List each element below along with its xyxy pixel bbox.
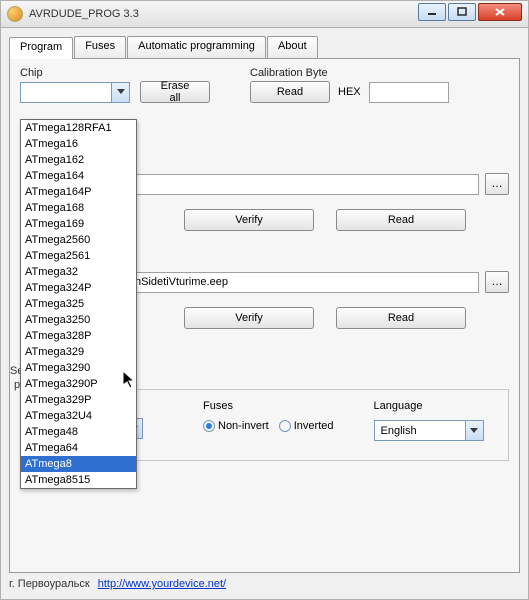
- chip-option[interactable]: ATmega162: [21, 152, 136, 168]
- chip-option[interactable]: ATmega48: [21, 424, 136, 440]
- chip-option[interactable]: ATmega325: [21, 296, 136, 312]
- flash-verify-button[interactable]: Verify: [184, 209, 314, 231]
- chip-option[interactable]: ATmega8535: [21, 488, 136, 489]
- chip-option[interactable]: ATmega164P: [21, 184, 136, 200]
- language-label: Language: [374, 400, 484, 412]
- chip-option[interactable]: ATmega329P: [21, 392, 136, 408]
- inverted-radio[interactable]: Inverted: [279, 420, 334, 432]
- chip-option[interactable]: ATmega164: [21, 168, 136, 184]
- chip-option[interactable]: ATmega16: [21, 136, 136, 152]
- erase-all-button[interactable]: Erase all: [140, 81, 210, 103]
- chip-option[interactable]: ATmega169: [21, 216, 136, 232]
- app-icon: [7, 6, 23, 22]
- chip-option[interactable]: ATmega328P: [21, 328, 136, 344]
- tab-program[interactable]: Program: [9, 37, 73, 59]
- noninvert-radio[interactable]: Non-invert: [203, 420, 269, 432]
- chip-option[interactable]: ATmega324P: [21, 280, 136, 296]
- chip-option[interactable]: ATmega32: [21, 264, 136, 280]
- maximize-button[interactable]: [448, 3, 476, 21]
- eeprom-read-button[interactable]: Read: [336, 307, 466, 329]
- radio-icon: [279, 420, 291, 432]
- status-city: г. Первоуральск: [9, 578, 90, 590]
- calibration-read-button[interactable]: Read: [250, 81, 330, 103]
- hex-label: HEX: [338, 86, 361, 98]
- chip-option[interactable]: ATmega2560: [21, 232, 136, 248]
- ellipsis-icon: …: [492, 178, 503, 190]
- chip-dropdown-list[interactable]: ATmega128RFA1ATmega16ATmega162ATmega164A…: [20, 119, 137, 489]
- eeprom-browse-button[interactable]: …: [485, 271, 509, 293]
- status-link[interactable]: http://www.yourdevice.net/: [98, 578, 226, 590]
- chip-option[interactable]: ATmega3290: [21, 360, 136, 376]
- chip-option[interactable]: ATmega2561: [21, 248, 136, 264]
- chip-option[interactable]: ATmega3290P: [21, 376, 136, 392]
- radio-icon: [203, 420, 215, 432]
- chevron-down-icon[interactable]: [111, 83, 129, 102]
- minimize-button[interactable]: [418, 3, 446, 21]
- tab-panel-program: Chip Erase all Calibration Byte Read HEX: [9, 58, 520, 573]
- tab-about[interactable]: About: [267, 36, 318, 58]
- flash-read-button[interactable]: Read: [336, 209, 466, 231]
- chip-option[interactable]: ATmega64: [21, 440, 136, 456]
- tabs: Program Fuses Automatic programming Abou…: [9, 36, 520, 58]
- client-area: Program Fuses Automatic programming Abou…: [0, 28, 529, 600]
- chip-option[interactable]: ATmega168: [21, 200, 136, 216]
- chip-option[interactable]: ATmega8515: [21, 472, 136, 488]
- language-value: English: [381, 425, 417, 437]
- chip-option[interactable]: ATmega32U4: [21, 408, 136, 424]
- fuses-group-label: Fuses: [203, 400, 334, 412]
- language-combo[interactable]: English: [374, 420, 484, 441]
- chip-label: Chip: [20, 67, 220, 79]
- flash-browse-button[interactable]: …: [485, 173, 509, 195]
- chevron-down-icon[interactable]: [465, 421, 483, 440]
- chip-option[interactable]: ATmega128RFA1: [21, 120, 136, 136]
- chip-option[interactable]: ATmega329: [21, 344, 136, 360]
- title-bar: AVRDUDE_PROG 3.3: [0, 0, 529, 28]
- chip-option[interactable]: ATmega3250: [21, 312, 136, 328]
- chip-combo[interactable]: [20, 82, 130, 103]
- tab-fuses[interactable]: Fuses: [74, 36, 126, 58]
- eeprom-verify-button[interactable]: Verify: [184, 307, 314, 329]
- window-title: AVRDUDE_PROG 3.3: [29, 8, 139, 20]
- hex-field[interactable]: [369, 82, 449, 103]
- close-button[interactable]: [478, 3, 522, 21]
- tab-automatic[interactable]: Automatic programming: [127, 36, 266, 58]
- status-bar: г. Первоуральск http://www.yourdevice.ne…: [9, 575, 520, 593]
- ellipsis-icon: …: [492, 276, 503, 288]
- window-controls: [418, 3, 522, 21]
- chip-option[interactable]: ATmega8: [21, 456, 136, 472]
- calibration-label: Calibration Byte: [250, 67, 449, 79]
